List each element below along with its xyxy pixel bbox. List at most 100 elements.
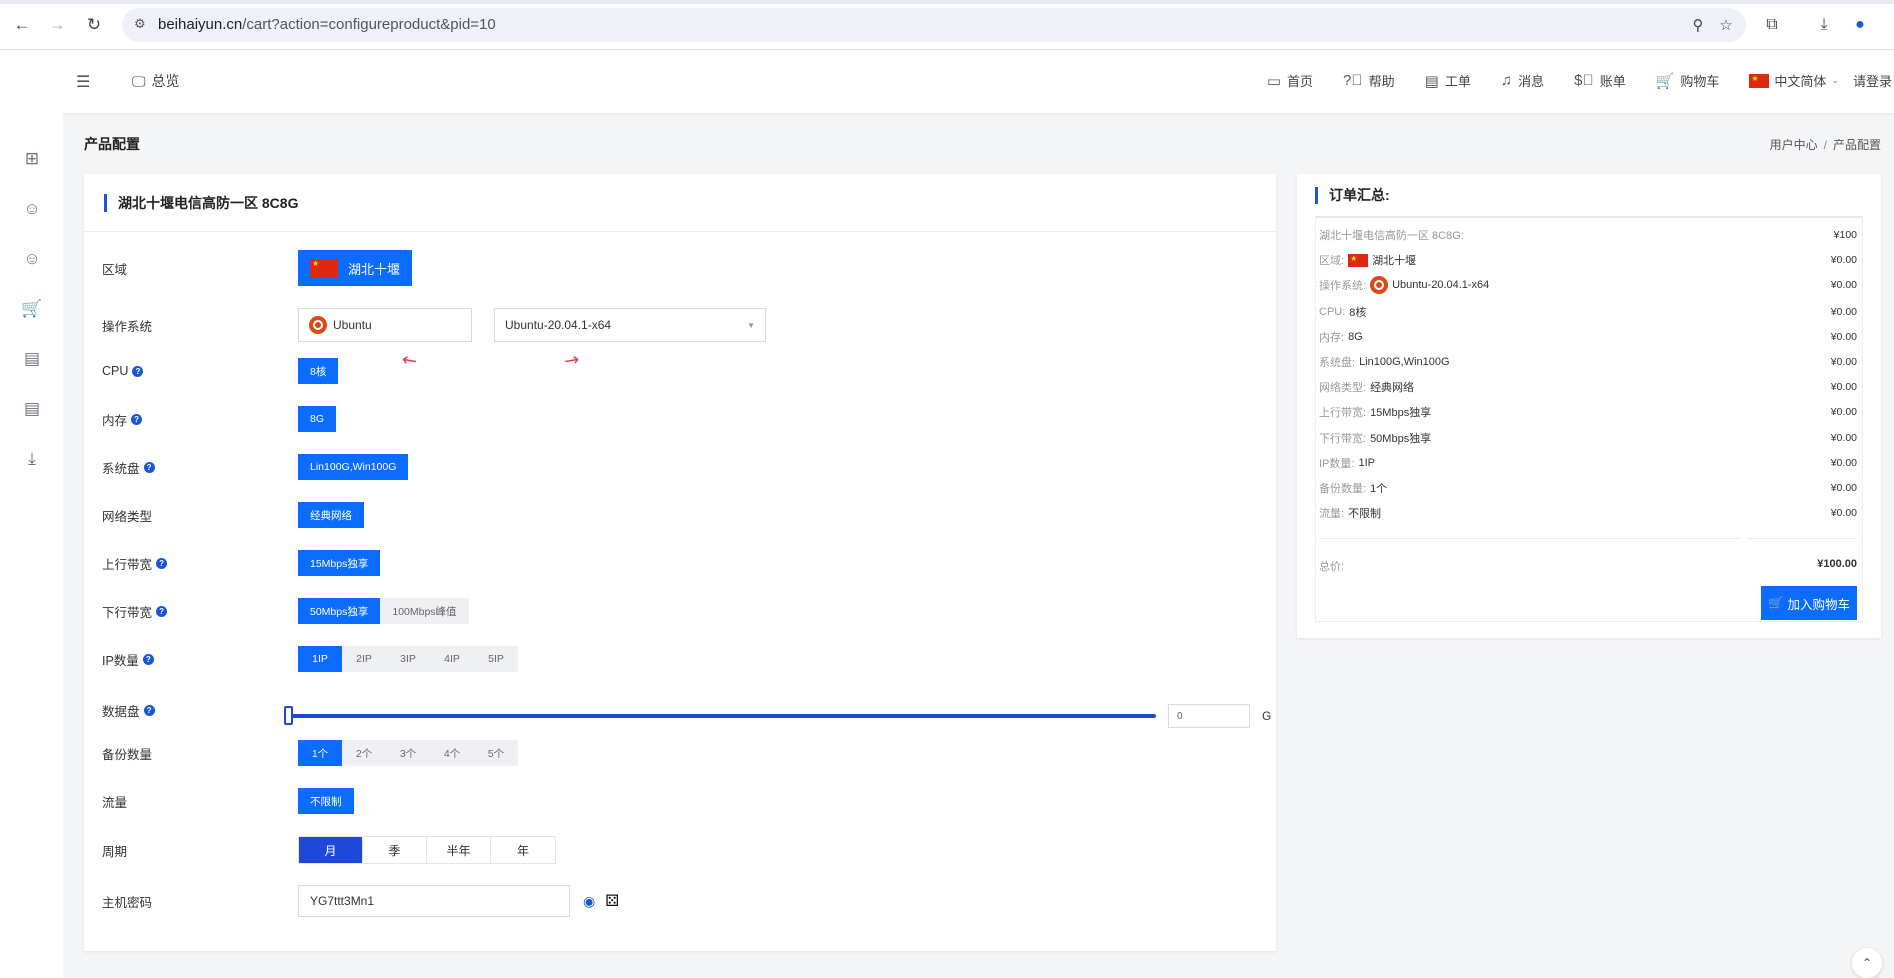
add-to-cart-label: 加入购物车: [1787, 597, 1851, 612]
download-label: 下行带宽?: [102, 602, 298, 621]
os-label: 操作系统: [102, 319, 153, 334]
address-bar[interactable]: ⚙ beihaiyun.cn/cart?action=configureprod…: [122, 8, 1746, 42]
ip-option[interactable]: 2IP: [342, 646, 386, 672]
zoom-icon[interactable]: ⚲: [1688, 15, 1708, 35]
extensions-icon[interactable]: ⧉: [1760, 13, 1784, 37]
upload-row: 上行带宽? 15Mbps独享: [102, 550, 381, 576]
url-text[interactable]: beihaiyun.cn/cart?action=configureproduc…: [158, 16, 496, 33]
summary-value: 湖北十堰: [1372, 255, 1417, 267]
period-option-month[interactable]: 月: [299, 837, 363, 863]
breadcrumb-user-center[interactable]: 用户中心: [1770, 138, 1818, 152]
download-icon[interactable]: ⤓: [1812, 13, 1836, 37]
upload-label-text: 上行带宽: [102, 557, 153, 572]
summary-key: 操作系统: Ubuntu-20.04.1-x64: [1319, 276, 1489, 294]
nav-home-label: 首页: [1287, 74, 1314, 89]
backup-option[interactable]: 1个: [298, 740, 342, 766]
datadisk-input[interactable]: 0: [1168, 704, 1250, 728]
help-icon[interactable]: ?: [143, 705, 155, 716]
download-tray-icon[interactable]: ⤓: [20, 447, 44, 471]
ip-option[interactable]: 5IP: [474, 646, 518, 672]
ip-label-text: IP数量: [102, 653, 139, 668]
chevron-up-icon[interactable]: ⌃: [1852, 948, 1882, 978]
page-title: 产品配置: [84, 136, 140, 152]
summary-key: 下行带宽: 50Mbps独享: [1319, 430, 1431, 446]
nav-help[interactable]: ?⃝ 帮助: [1343, 71, 1395, 90]
menu-toggle-icon[interactable]: ☰: [76, 72, 90, 92]
ip-option[interactable]: 4IP: [430, 646, 474, 672]
memory-option[interactable]: 8G: [298, 406, 337, 432]
language-label: 中文简体: [1774, 74, 1827, 89]
cart-icon[interactable]: 🛒: [20, 297, 44, 321]
forward-arrow-icon[interactable]: →: [45, 13, 69, 37]
login-link[interactable]: 请登录: [1853, 71, 1892, 90]
upload-option[interactable]: 15Mbps独享: [298, 550, 381, 576]
summary-key-text: 下行带宽:: [1319, 433, 1367, 445]
system-disk-row: 系统盘? Lin100G,Win100G: [102, 454, 409, 480]
download-option-100[interactable]: 100Mbps峰值: [380, 598, 469, 624]
help-icon[interactable]: ?: [132, 365, 144, 377]
backup-option[interactable]: 3个: [386, 740, 430, 766]
backup-option[interactable]: 4个: [430, 740, 474, 766]
backup-option[interactable]: 2个: [342, 740, 386, 766]
help-icon[interactable]: ?: [156, 605, 168, 617]
tab-strip: [0, 0, 1894, 4]
summary-amount: ¥0.00: [1830, 507, 1857, 519]
nav-message[interactable]: ♫ 消息: [1501, 71, 1544, 90]
period-option-quarter[interactable]: 季: [363, 837, 427, 863]
region-label: 区域: [102, 262, 128, 277]
eye-icon[interactable]: ◉: [583, 893, 595, 910]
summary-key: 流量: 不限制: [1319, 505, 1381, 521]
system-disk-option[interactable]: Lin100G,Win100G: [298, 454, 409, 480]
password-input[interactable]: YG7ttt3Mn1: [298, 885, 570, 917]
download-option-50[interactable]: 50Mbps独享: [298, 598, 381, 624]
total-label: 总价:: [1319, 561, 1345, 573]
help-icon[interactable]: ?: [143, 461, 155, 473]
dice-icon[interactable]: ⚄: [605, 891, 619, 911]
backup-row: 备份数量 1个 2个 3个 4个 5个: [102, 740, 518, 766]
user-profile-icon[interactable]: ☺: [20, 247, 44, 271]
user-icon[interactable]: ☺: [20, 197, 44, 221]
apps-add-icon[interactable]: ⊞: [20, 147, 44, 171]
help-icon[interactable]: ?: [142, 653, 154, 665]
ip-options: 1IP 2IP 3IP 4IP 5IP: [298, 646, 518, 672]
os-version-select[interactable]: Ubuntu-20.04.1-x64 ▼: [494, 308, 766, 342]
slider-handle[interactable]: [284, 706, 293, 725]
title-accent-bar: [104, 193, 107, 212]
ip-option[interactable]: 3IP: [386, 646, 430, 672]
reload-icon[interactable]: ↻: [82, 13, 106, 37]
nav-bill[interactable]: $⃝ 账单: [1574, 71, 1626, 90]
summary-amount: ¥0.00: [1830, 331, 1857, 343]
language-select[interactable]: 中文简体 ⌄: [1749, 71, 1839, 90]
nav-help-label: 帮助: [1368, 74, 1395, 89]
summary-key-text: 网络类型:: [1319, 382, 1367, 394]
upload-label: 上行带宽?: [102, 554, 298, 573]
network-option[interactable]: 经典网络: [298, 502, 364, 528]
help-icon[interactable]: ?: [131, 413, 143, 425]
summary-amount: ¥0.00: [1830, 356, 1857, 368]
bookmark-star-icon[interactable]: ☆: [1716, 15, 1736, 35]
region-option[interactable]: 湖北十堰: [298, 250, 413, 286]
period-option-half-year[interactable]: 半年: [427, 837, 491, 863]
ip-option[interactable]: 1IP: [298, 646, 342, 672]
os-family-option[interactable]: Ubuntu: [298, 308, 472, 342]
overview-label: 总览: [151, 73, 180, 89]
list-doc-icon[interactable]: ▤: [20, 397, 44, 421]
document-icon[interactable]: ▤: [20, 347, 44, 371]
help-icon[interactable]: ?: [156, 557, 168, 569]
cpu-option[interactable]: 8核: [298, 358, 339, 384]
overview-link[interactable]: 🖵 总览: [132, 71, 180, 91]
password-label: 主机密码: [102, 895, 153, 910]
traffic-option[interactable]: 不限制: [298, 788, 354, 814]
nav-cart[interactable]: 🛒 购物车: [1656, 71, 1720, 90]
cpu-row: CPU? 8核: [102, 358, 339, 384]
add-to-cart-button[interactable]: 🛒 加入购物车: [1761, 586, 1857, 620]
summary-value: 不限制: [1348, 508, 1382, 520]
profile-icon[interactable]: ●: [1848, 13, 1872, 37]
nav-ticket[interactable]: ▤ 工单: [1425, 71, 1471, 90]
period-option-year[interactable]: 年: [491, 837, 555, 863]
site-settings-icon[interactable]: ⚙: [134, 16, 152, 34]
back-arrow-icon[interactable]: ←: [10, 13, 34, 37]
slider-track[interactable]: [286, 714, 1156, 718]
backup-option[interactable]: 5个: [474, 740, 518, 766]
nav-home[interactable]: ▭ 首页: [1267, 71, 1313, 90]
